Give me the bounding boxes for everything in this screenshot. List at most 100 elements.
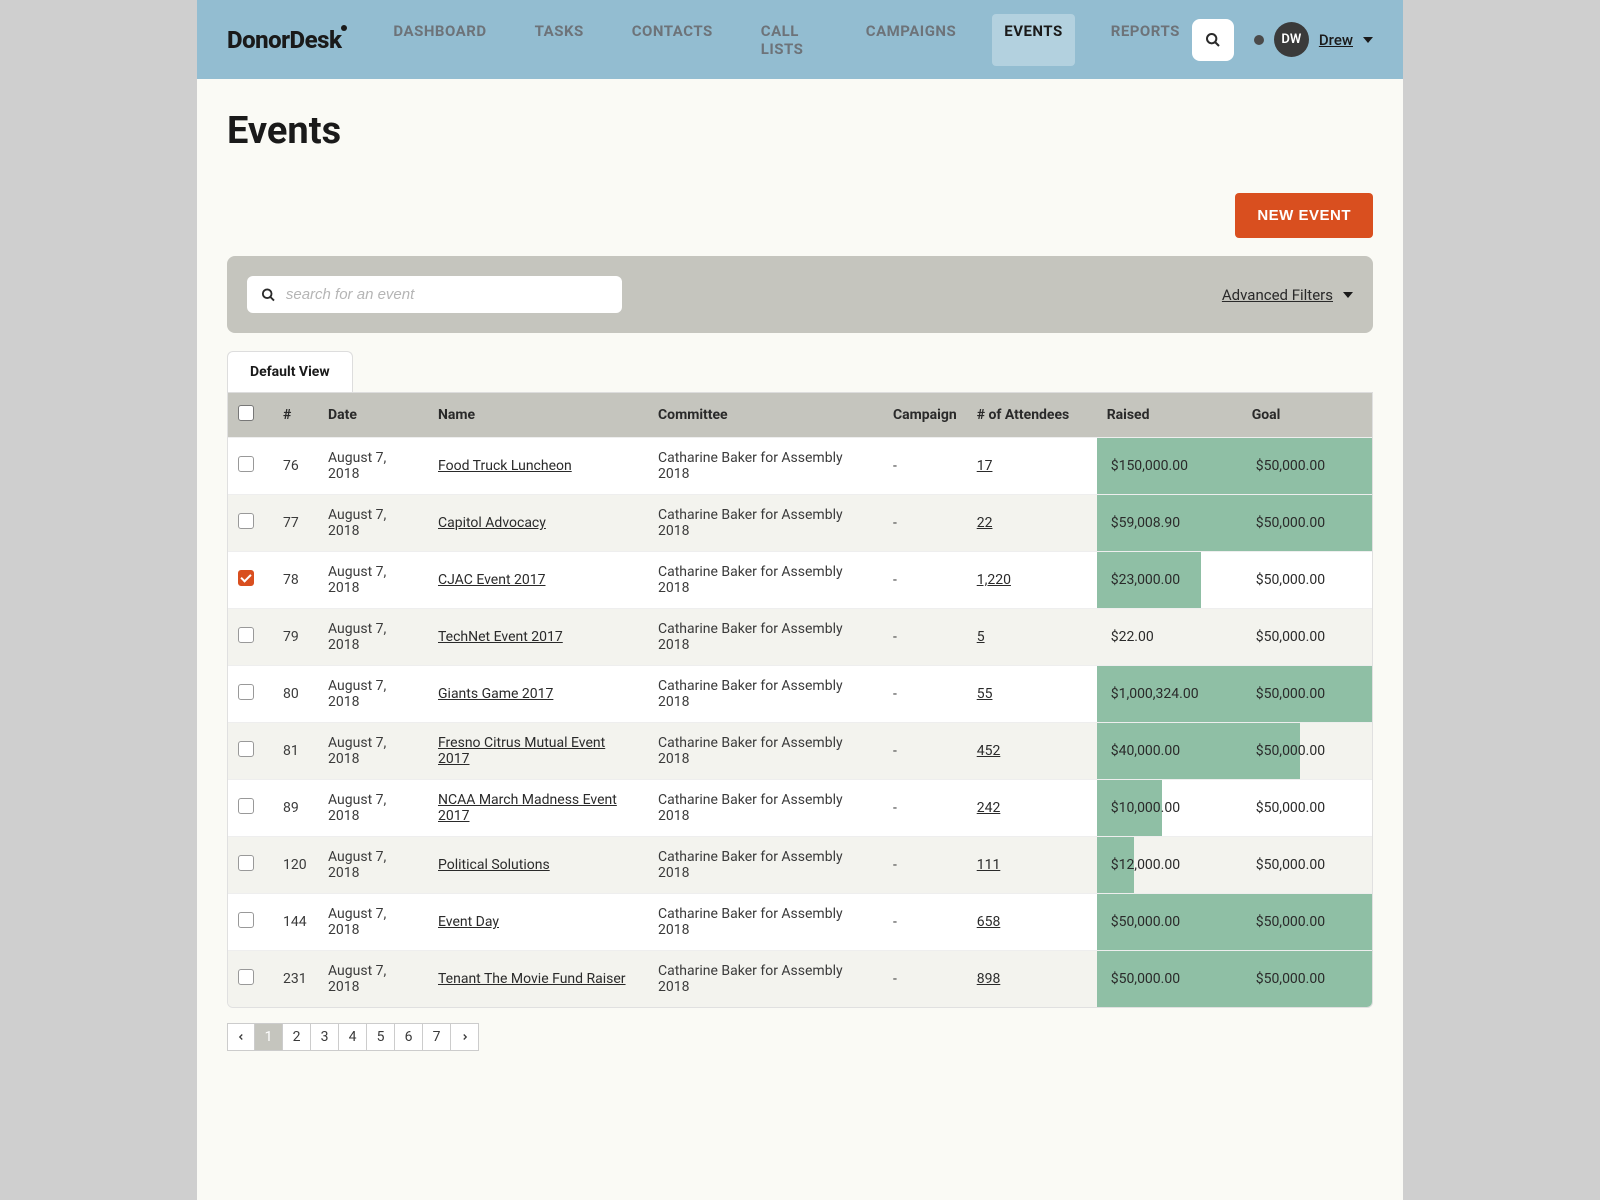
cell-num: 144 (273, 894, 318, 951)
advanced-filters-link[interactable]: Advanced Filters (1222, 286, 1353, 304)
attendees-link[interactable]: 17 (977, 458, 993, 474)
table-row: 79 August 7, 2018 TechNet Event 2017 Cat… (228, 609, 1372, 666)
cell-committee: Catharine Baker for Assembly 2018 (648, 438, 883, 495)
cell-attendees: 242 (967, 780, 1097, 837)
attendees-link[interactable]: 22 (977, 515, 993, 531)
select-all-checkbox[interactable] (238, 405, 254, 421)
page-title: Events (227, 109, 1373, 153)
event-search-input[interactable] (286, 286, 608, 303)
global-search-button[interactable] (1192, 19, 1234, 61)
col-header-name[interactable]: Name (428, 393, 648, 438)
cell-attendees: 658 (967, 894, 1097, 951)
cell-raised: $50,000.00 (1097, 894, 1242, 951)
raised-value: $22.00 (1111, 629, 1154, 645)
cell-raised: $40,000.00 (1097, 723, 1242, 780)
cell-name: Tenant The Movie Fund Raiser (428, 951, 648, 1008)
row-checkbox[interactable] (238, 627, 254, 643)
cell-committee: Catharine Baker for Assembly 2018 (648, 666, 883, 723)
row-checkbox[interactable] (238, 456, 254, 472)
event-name-link[interactable]: Giants Game 2017 (438, 686, 553, 702)
cell-raised: $23,000.00 (1097, 552, 1242, 609)
page-button-3[interactable]: 3 (311, 1023, 339, 1051)
event-name-link[interactable]: Political Solutions (438, 857, 550, 873)
cell-goal: $50,000.00 (1242, 780, 1372, 837)
nav-item-dashboard[interactable]: DASHBOARD (381, 14, 498, 66)
event-name-link[interactable]: Event Day (438, 914, 499, 930)
col-header-num[interactable]: # (273, 393, 318, 438)
cell-campaign: - (883, 951, 967, 1008)
event-name-link[interactable]: CJAC Event 2017 (438, 572, 545, 588)
user-menu[interactable]: DW Drew (1254, 22, 1373, 57)
col-header-attendees[interactable]: # of Attendees (967, 393, 1097, 438)
search-icon (261, 287, 276, 303)
row-checkbox[interactable] (238, 684, 254, 700)
row-checkbox[interactable] (238, 912, 254, 928)
page-next-button[interactable] (451, 1023, 479, 1051)
cell-name: Fresno Citrus Mutual Event 2017 (428, 723, 648, 780)
cell-attendees: 17 (967, 438, 1097, 495)
raised-value: $23,000.00 (1111, 572, 1180, 588)
col-header-date[interactable]: Date (318, 393, 428, 438)
cell-campaign: - (883, 780, 967, 837)
event-name-link[interactable]: Tenant The Movie Fund Raiser (438, 971, 626, 987)
cell-name: Capitol Advocacy (428, 495, 648, 552)
table-row: 144 August 7, 2018 Event Day Catharine B… (228, 894, 1372, 951)
filter-bar: Advanced Filters (227, 256, 1373, 333)
chevron-down-icon (1363, 37, 1373, 43)
events-table: # Date Name Committee Campaign # of Atte… (228, 393, 1372, 1007)
cell-num: 77 (273, 495, 318, 552)
cell-name: NCAA March Madness Event 2017 (428, 780, 648, 837)
new-event-button[interactable]: NEW EVENT (1235, 193, 1373, 238)
table-row: 231 August 7, 2018 Tenant The Movie Fund… (228, 951, 1372, 1008)
attendees-link[interactable]: 5 (977, 629, 985, 645)
row-checkbox[interactable] (238, 570, 254, 586)
tab-default-view[interactable]: Default View (227, 351, 353, 392)
event-name-link[interactable]: TechNet Event 2017 (438, 629, 563, 645)
logo-text: DonorDesk (227, 26, 341, 54)
attendees-link[interactable]: 452 (977, 743, 1001, 759)
cell-raised: $12,000.00 (1097, 837, 1242, 894)
page-prev-button[interactable] (227, 1023, 255, 1051)
attendees-link[interactable]: 658 (977, 914, 1001, 930)
nav-item-contacts[interactable]: CONTACTS (620, 14, 725, 66)
cell-attendees: 22 (967, 495, 1097, 552)
nav-item-tasks[interactable]: TASKS (523, 14, 596, 66)
cell-goal: $50,000.00 (1242, 837, 1372, 894)
page-button-2[interactable]: 2 (283, 1023, 311, 1051)
cell-name: Event Day (428, 894, 648, 951)
col-header-campaign[interactable]: Campaign (883, 393, 967, 438)
attendees-link[interactable]: 111 (977, 857, 1001, 873)
cell-raised: $10,000.00 (1097, 780, 1242, 837)
nav-item-reports[interactable]: REPORTS (1099, 14, 1192, 66)
cell-date: August 7, 2018 (318, 495, 428, 552)
attendees-link[interactable]: 898 (977, 971, 1001, 987)
nav-item-campaigns[interactable]: CAMPAIGNS (854, 14, 969, 66)
row-checkbox[interactable] (238, 855, 254, 871)
cell-campaign: - (883, 438, 967, 495)
page-button-4[interactable]: 4 (339, 1023, 367, 1051)
cell-num: 76 (273, 438, 318, 495)
page-button-6[interactable]: 6 (395, 1023, 423, 1051)
page-button-7[interactable]: 7 (423, 1023, 451, 1051)
col-header-goal[interactable]: Goal (1242, 393, 1372, 438)
row-checkbox[interactable] (238, 741, 254, 757)
event-name-link[interactable]: Fresno Citrus Mutual Event 2017 (438, 735, 605, 767)
page-button-1[interactable]: 1 (255, 1023, 283, 1051)
cell-committee: Catharine Baker for Assembly 2018 (648, 495, 883, 552)
row-checkbox[interactable] (238, 513, 254, 529)
attendees-link[interactable]: 1,220 (977, 572, 1011, 588)
col-header-raised[interactable]: Raised (1097, 393, 1242, 438)
nav-item-call-lists[interactable]: CALL LISTS (749, 14, 830, 66)
row-checkbox[interactable] (238, 798, 254, 814)
attendees-link[interactable]: 242 (977, 800, 1001, 816)
attendees-link[interactable]: 55 (977, 686, 993, 702)
cell-goal: $50,000.00 (1242, 894, 1372, 951)
nav-item-events[interactable]: EVENTS (992, 14, 1074, 66)
event-name-link[interactable]: NCAA March Madness Event 2017 (438, 792, 617, 824)
event-name-link[interactable]: Capitol Advocacy (438, 515, 546, 531)
table-body: 76 August 7, 2018 Food Truck Luncheon Ca… (228, 438, 1372, 1008)
event-name-link[interactable]: Food Truck Luncheon (438, 458, 572, 474)
row-checkbox[interactable] (238, 969, 254, 985)
page-button-5[interactable]: 5 (367, 1023, 395, 1051)
col-header-committee[interactable]: Committee (648, 393, 883, 438)
